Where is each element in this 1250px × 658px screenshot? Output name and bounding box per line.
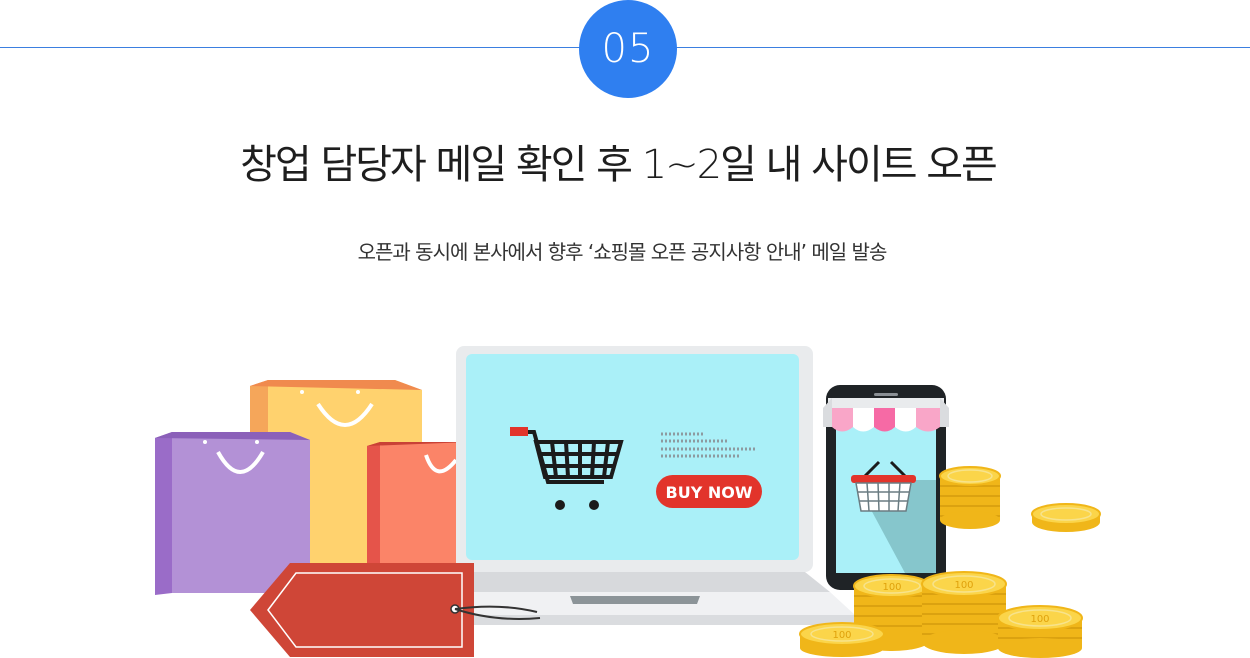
online-shopping-illustration: BUY NOW 100 100 100 100 xyxy=(155,346,1101,658)
coin-label: 100 xyxy=(882,582,901,593)
coin-label: 100 xyxy=(954,580,973,591)
coin-label: 100 xyxy=(832,630,851,641)
smartphone-icon xyxy=(823,385,949,590)
buy-now-button[interactable]: BUY NOW xyxy=(656,475,762,508)
coin-label: 100 xyxy=(1030,614,1049,625)
laptop-icon xyxy=(418,346,855,625)
buy-now-label: BUY NOW xyxy=(666,483,753,502)
